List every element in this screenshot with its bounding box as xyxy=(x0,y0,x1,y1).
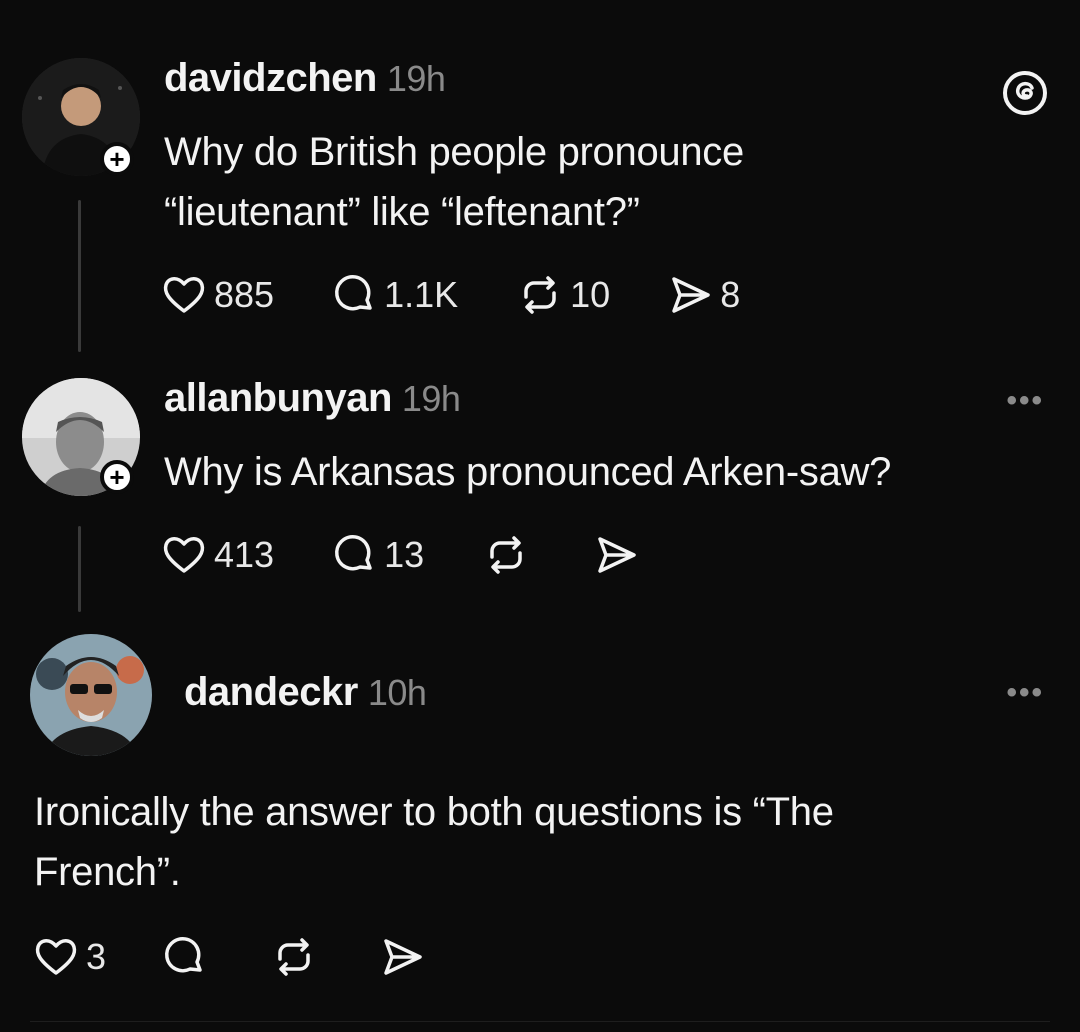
post-username[interactable]: allanbunyan 19h xyxy=(164,376,461,421)
post-text-line: “lieutenant” like “leftenant?” xyxy=(164,190,640,234)
comment-button[interactable]: 13 xyxy=(334,534,424,576)
heart-icon xyxy=(163,537,205,573)
comment-count: 1.1K xyxy=(384,274,459,315)
avatar[interactable] xyxy=(30,634,152,756)
repost-icon xyxy=(524,276,556,314)
send-icon xyxy=(672,277,710,313)
post-text-line: Why is Arkansas pronounced Arken-saw? xyxy=(164,450,892,494)
share-button[interactable]: 8 xyxy=(670,274,740,316)
follow-plus-button[interactable]: + xyxy=(100,460,134,494)
username-text[interactable]: dandeckr xyxy=(184,670,358,714)
comment-bubble-icon xyxy=(335,275,372,311)
send-icon xyxy=(598,537,636,573)
repost-button[interactable] xyxy=(484,535,536,575)
feed-divider xyxy=(30,1021,1050,1022)
post-text-line: Ironically the answer to both questions … xyxy=(34,790,834,834)
post-username[interactable]: dandeckr 10h xyxy=(184,670,427,715)
repost-button[interactable] xyxy=(272,937,324,977)
like-button[interactable]: 413 xyxy=(162,534,274,576)
share-button[interactable] xyxy=(596,535,646,575)
username-text[interactable]: davidzchen xyxy=(164,56,377,100)
heart-icon xyxy=(35,939,77,975)
post-actions: 3 xyxy=(34,932,492,982)
post-text-line: French”. xyxy=(34,850,181,894)
comment-button[interactable] xyxy=(164,936,214,978)
username-text[interactable]: allanbunyan xyxy=(164,376,392,420)
comment-count: 13 xyxy=(384,534,425,575)
repost-count: 10 xyxy=(570,274,611,315)
thread-connector-line xyxy=(78,200,81,352)
post-text-line: Why do British people pronounce xyxy=(164,130,744,174)
repost-icon xyxy=(490,536,522,574)
post-text: Why do British people pronounce “lieuten… xyxy=(164,122,744,242)
post-time: 19h xyxy=(401,378,461,419)
post-time: 10h xyxy=(367,672,427,713)
like-button[interactable]: 885 xyxy=(162,274,274,316)
comment-bubble-icon xyxy=(165,937,202,973)
share-button[interactable] xyxy=(382,937,432,977)
like-button[interactable]: 3 xyxy=(34,936,106,978)
repost-button[interactable]: 10 xyxy=(518,274,610,316)
share-count: 8 xyxy=(720,274,741,315)
post-actions: 413 13 xyxy=(162,530,706,580)
more-options-button[interactable]: ••• xyxy=(1006,676,1044,710)
comment-bubble-icon xyxy=(335,535,372,571)
post-actions: 885 1.1K 10 8 xyxy=(162,270,800,320)
more-options-button[interactable]: ••• xyxy=(1006,384,1044,418)
heart-icon xyxy=(163,277,205,313)
thread-connector-line xyxy=(78,526,81,612)
post-time: 19h xyxy=(386,58,446,99)
comment-button[interactable]: 1.1K xyxy=(334,274,458,316)
like-count: 413 xyxy=(214,534,275,575)
post-davidzchen: + davidzchen 19h Why do British people pr… xyxy=(0,0,1080,360)
post-dandeckr: dandeckr 10h ••• Ironically the answer to… xyxy=(0,620,1080,1032)
post-allanbunyan: + allanbunyan 19h ••• Why is Arkansas pro… xyxy=(0,360,1080,620)
send-icon xyxy=(384,939,422,975)
post-text: Ironically the answer to both questions … xyxy=(34,782,834,902)
post-text: Why is Arkansas pronounced Arken-saw? xyxy=(164,442,891,502)
repost-icon xyxy=(278,938,310,976)
post-username[interactable]: davidzchen 19h xyxy=(164,56,446,101)
like-count: 885 xyxy=(214,274,275,315)
follow-plus-button[interactable]: + xyxy=(100,142,134,176)
like-count: 3 xyxy=(86,936,107,977)
